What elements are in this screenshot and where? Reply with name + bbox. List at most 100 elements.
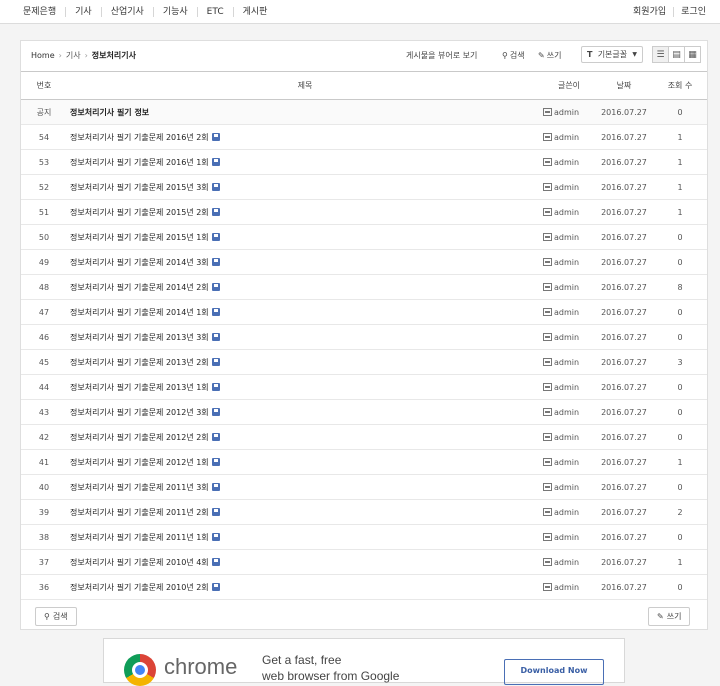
breadcrumb-current[interactable]: 정보처리기사 bbox=[92, 50, 136, 61]
row-author[interactable]: admin bbox=[543, 274, 595, 300]
breadcrumb-home[interactable]: Home bbox=[31, 51, 55, 60]
breadcrumb-engineer[interactable]: 기사 bbox=[66, 50, 81, 61]
bottom-write-button[interactable]: ✎ 쓰기 bbox=[648, 607, 691, 626]
row-title[interactable]: 정보처리기사 필기 기출문제 2014년 1회 bbox=[70, 308, 209, 317]
row-author[interactable]: admin bbox=[543, 524, 595, 550]
table-row[interactable]: 43 정보처리기사 필기 기출문제 2012년 3회 admin 2016.07.27… bbox=[21, 399, 707, 425]
login-link[interactable]: 로그인 bbox=[674, 7, 706, 17]
compact-view-icon[interactable]: ▤ bbox=[668, 46, 685, 63]
menu-etc[interactable]: ETC bbox=[198, 7, 234, 17]
table-row[interactable]: 41 정보처리기사 필기 기출문제 2012년 1회 admin 2016.07.27… bbox=[21, 449, 707, 475]
table-row[interactable]: 47 정보처리기사 필기 기출문제 2014년 1회 admin 2016.07.27… bbox=[21, 299, 707, 325]
row-author[interactable]: admin bbox=[543, 299, 595, 325]
row-author[interactable]: admin bbox=[543, 424, 595, 450]
row-title[interactable]: 정보처리기사 필기 기출문제 2013년 1회 bbox=[70, 383, 209, 392]
row-title-cell[interactable]: 정보처리기사 필기 기출문제 2014년 2회 bbox=[67, 274, 543, 300]
ad-download-button[interactable]: Download Now bbox=[504, 659, 604, 685]
table-row[interactable]: 37 정보처리기사 필기 기출문제 2010년 4회 admin 2016.07.27… bbox=[21, 549, 707, 575]
row-title[interactable]: 정보처리기사 필기 기출문제 2012년 2회 bbox=[70, 433, 209, 442]
row-title[interactable]: 정보처리기사 필기 기출문제 2012년 1회 bbox=[70, 458, 209, 467]
row-title-cell[interactable]: 정보처리기사 필기 기출문제 2014년 3회 bbox=[67, 249, 543, 275]
table-row[interactable]: 49 정보처리기사 필기 기출문제 2014년 3회 admin 2016.07.27… bbox=[21, 249, 707, 275]
table-row[interactable]: 40 정보처리기사 필기 기출문제 2011년 3회 admin 2016.07.27… bbox=[21, 474, 707, 500]
row-author[interactable]: admin bbox=[543, 474, 595, 500]
row-title[interactable]: 정보처리기사 필기 기출문제 2015년 1회 bbox=[70, 233, 209, 242]
chrome-ad-banner[interactable]: chrome Get a fast, free web browser from… bbox=[103, 638, 625, 686]
table-row[interactable]: 52 정보처리기사 필기 기출문제 2015년 3회 admin 2016.07.27… bbox=[21, 174, 707, 200]
row-title-cell[interactable]: 정보처리기사 필기 기출문제 2013년 3회 bbox=[67, 324, 543, 350]
menu-craftsman[interactable]: 기능사 bbox=[154, 7, 198, 17]
notice-row[interactable]: 공지 정보처리기사 필기 정보 admin 2016.07.27 0 bbox=[21, 99, 707, 125]
notice-title[interactable]: 정보처리기사 필기 정보 bbox=[67, 99, 543, 125]
list-view-icon[interactable]: ☰ bbox=[652, 46, 669, 63]
row-author[interactable]: admin bbox=[543, 449, 595, 475]
table-row[interactable]: 50 정보처리기사 필기 기출문제 2015년 1회 admin 2016.07.27… bbox=[21, 224, 707, 250]
row-title-cell[interactable]: 정보처리기사 필기 기출문제 2016년 2회 bbox=[67, 124, 543, 150]
row-title-cell[interactable]: 정보처리기사 필기 기출문제 2010년 2회 bbox=[67, 574, 543, 600]
row-title-cell[interactable]: 정보처리기사 필기 기출문제 2010년 4회 bbox=[67, 549, 543, 575]
menu-question-bank[interactable]: 문제은행 bbox=[14, 7, 67, 17]
table-row[interactable]: 53 정보처리기사 필기 기출문제 2016년 1회 admin 2016.07.27… bbox=[21, 149, 707, 175]
row-title[interactable]: 정보처리기사 필기 기출문제 2011년 2회 bbox=[70, 508, 209, 517]
table-row[interactable]: 42 정보처리기사 필기 기출문제 2012년 2회 admin 2016.07.27… bbox=[21, 424, 707, 450]
table-row[interactable]: 39 정보처리기사 필기 기출문제 2011년 2회 admin 2016.07.27… bbox=[21, 499, 707, 525]
row-author[interactable]: admin bbox=[543, 249, 595, 275]
gallery-view-icon[interactable]: ▦ bbox=[684, 46, 701, 63]
row-title[interactable]: 정보처리기사 필기 기출문제 2016년 2회 bbox=[70, 133, 209, 142]
row-author[interactable]: admin bbox=[543, 399, 595, 425]
search-button[interactable]: ⚲ 검색 bbox=[502, 50, 525, 61]
row-author[interactable]: admin bbox=[543, 499, 595, 525]
table-row[interactable]: 48 정보처리기사 필기 기출문제 2014년 2회 admin 2016.07.27… bbox=[21, 274, 707, 300]
row-title-cell[interactable]: 정보처리기사 필기 기출문제 2016년 1회 bbox=[67, 149, 543, 175]
row-title-cell[interactable]: 정보처리기사 필기 기출문제 2011년 2회 bbox=[67, 499, 543, 525]
row-title[interactable]: 정보처리기사 필기 기출문제 2013년 3회 bbox=[70, 333, 209, 342]
row-title[interactable]: 정보처리기사 필기 기출문제 2011년 1회 bbox=[70, 533, 209, 542]
row-author[interactable]: admin bbox=[543, 374, 595, 400]
row-title[interactable]: 정보처리기사 필기 기출문제 2015년 3회 bbox=[70, 183, 209, 192]
row-title-cell[interactable]: 정보처리기사 필기 기출문제 2015년 1회 bbox=[67, 224, 543, 250]
row-author[interactable]: admin bbox=[543, 124, 595, 150]
row-title[interactable]: 정보처리기사 필기 기출문제 2014년 3회 bbox=[70, 258, 209, 267]
row-title-cell[interactable]: 정보처리기사 필기 기출문제 2013년 1회 bbox=[67, 374, 543, 400]
row-title-cell[interactable]: 정보처리기사 필기 기출문제 2012년 3회 bbox=[67, 399, 543, 425]
row-title-cell[interactable]: 정보처리기사 필기 기출문제 2012년 2회 bbox=[67, 424, 543, 450]
signup-link[interactable]: 회원가입 bbox=[626, 7, 675, 17]
row-author[interactable]: admin bbox=[543, 574, 595, 600]
notice-author[interactable]: admin bbox=[543, 99, 595, 125]
menu-board[interactable]: 게시판 bbox=[234, 7, 277, 17]
menu-engineer[interactable]: 기사 bbox=[66, 7, 102, 17]
bottom-search-button[interactable]: ⚲ 검색 bbox=[35, 607, 77, 626]
row-author[interactable]: admin bbox=[543, 149, 595, 175]
table-row[interactable]: 46 정보처리기사 필기 기출문제 2013년 3회 admin 2016.07.27… bbox=[21, 324, 707, 350]
row-title-cell[interactable]: 정보처리기사 필기 기출문제 2014년 1회 bbox=[67, 299, 543, 325]
row-title-cell[interactable]: 정보처리기사 필기 기출문제 2013년 2회 bbox=[67, 349, 543, 375]
row-title-cell[interactable]: 정보처리기사 필기 기출문제 2011년 1회 bbox=[67, 524, 543, 550]
table-row[interactable]: 45 정보처리기사 필기 기출문제 2013년 2회 admin 2016.07.27… bbox=[21, 349, 707, 375]
row-title[interactable]: 정보처리기사 필기 기출문제 2016년 1회 bbox=[70, 158, 209, 167]
row-title[interactable]: 정보처리기사 필기 기출문제 2015년 2회 bbox=[70, 208, 209, 217]
row-title-cell[interactable]: 정보처리기사 필기 기출문제 2015년 2회 bbox=[67, 199, 543, 225]
write-button[interactable]: ✎ 쓰기 bbox=[538, 50, 561, 61]
row-author[interactable]: admin bbox=[543, 549, 595, 575]
table-row[interactable]: 51 정보처리기사 필기 기출문제 2015년 2회 admin 2016.07.27… bbox=[21, 199, 707, 225]
row-title[interactable]: 정보처리기사 필기 기출문제 2010년 4회 bbox=[70, 558, 209, 567]
row-title[interactable]: 정보처리기사 필기 기출문제 2011년 3회 bbox=[70, 483, 209, 492]
table-row[interactable]: 54 정보처리기사 필기 기출문제 2016년 2회 admin 2016.07.27… bbox=[21, 124, 707, 150]
row-title-cell[interactable]: 정보처리기사 필기 기출문제 2011년 3회 bbox=[67, 474, 543, 500]
font-select[interactable]: T 기본글꼴 ▼ bbox=[581, 46, 643, 63]
row-author[interactable]: admin bbox=[543, 349, 595, 375]
row-title[interactable]: 정보처리기사 필기 기출문제 2013년 2회 bbox=[70, 358, 209, 367]
menu-industrial-engineer[interactable]: 산업기사 bbox=[102, 7, 154, 17]
table-row[interactable]: 38 정보처리기사 필기 기출문제 2011년 1회 admin 2016.07.27… bbox=[21, 524, 707, 550]
table-row[interactable]: 36 정보처리기사 필기 기출문제 2010년 2회 admin 2016.07.27… bbox=[21, 574, 707, 600]
viewer-mode-link[interactable]: 게시물을 뷰어로 보기 bbox=[406, 50, 477, 61]
row-author[interactable]: admin bbox=[543, 224, 595, 250]
row-title-cell[interactable]: 정보처리기사 필기 기출문제 2015년 3회 bbox=[67, 174, 543, 200]
row-title[interactable]: 정보처리기사 필기 기출문제 2010년 2회 bbox=[70, 583, 209, 592]
table-row[interactable]: 44 정보처리기사 필기 기출문제 2013년 1회 admin 2016.07.27… bbox=[21, 374, 707, 400]
row-title[interactable]: 정보처리기사 필기 기출문제 2014년 2회 bbox=[70, 283, 209, 292]
row-title[interactable]: 정보처리기사 필기 기출문제 2012년 3회 bbox=[70, 408, 209, 417]
row-author[interactable]: admin bbox=[543, 324, 595, 350]
row-title-cell[interactable]: 정보처리기사 필기 기출문제 2012년 1회 bbox=[67, 449, 543, 475]
row-author[interactable]: admin bbox=[543, 199, 595, 225]
